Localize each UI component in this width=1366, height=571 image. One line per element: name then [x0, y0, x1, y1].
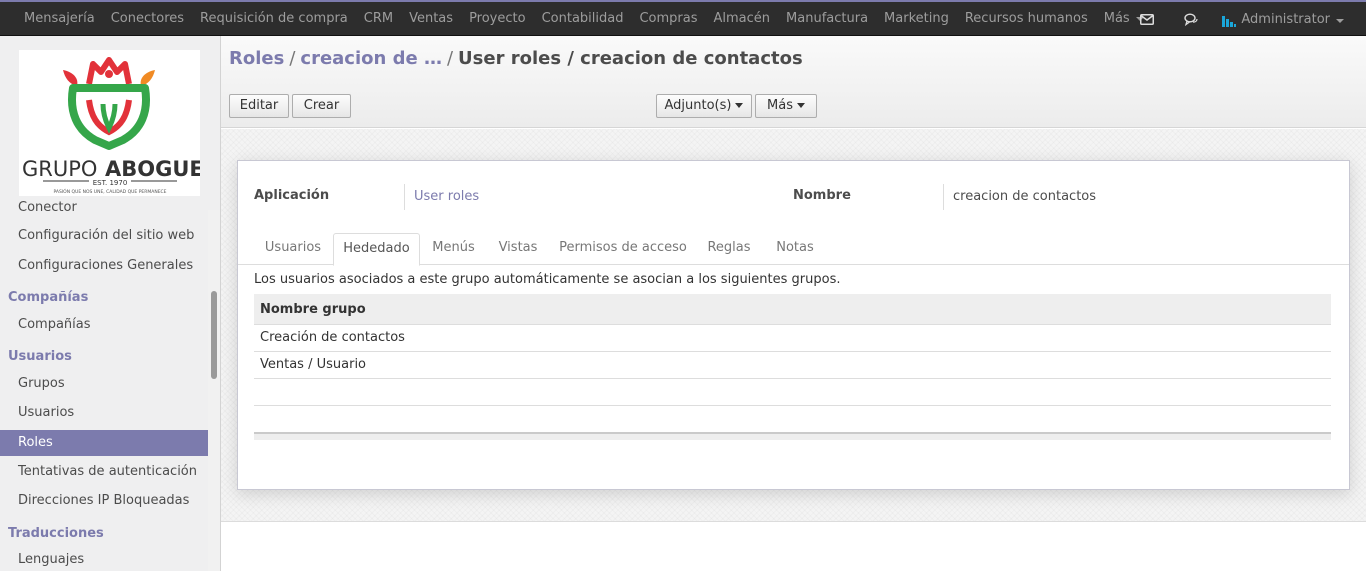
sidebar-item-configuraciones-generales[interactable]: Configuraciones Generales: [0, 253, 208, 279]
user-menu[interactable]: Administrator: [1221, 11, 1344, 27]
menu-requisicion[interactable]: Requisición de compra: [192, 2, 356, 36]
sidebar-item-grupos[interactable]: Grupos: [0, 371, 208, 397]
breadcrumb-separator: /: [289, 48, 296, 69]
sidebar-item-conector[interactable]: Conector: [0, 195, 208, 221]
name-label: Nombre: [793, 188, 851, 203]
sidebar-item-tentativas[interactable]: Tentativas de autenticación: [0, 459, 208, 485]
table-row-empty: [254, 379, 1331, 406]
attachments-button[interactable]: Adjunto(s): [656, 94, 752, 118]
content-area: Aplicación User roles Nombre creacion de…: [221, 129, 1366, 522]
sidebar-item-usuarios[interactable]: Usuarios: [0, 400, 208, 426]
company-logo[interactable]: GRUPO ABOGUE EST. 1970 PASIÓN QUE NOS UN…: [19, 50, 204, 196]
mail-icon[interactable]: [1125, 2, 1169, 36]
tab-description: Los usuarios asociados a este grupo auto…: [254, 272, 841, 287]
logo-mark: GRUPO ABOGUE EST. 1970 PASIÓN QUE NOS UN…: [22, 57, 204, 195]
edit-button[interactable]: Editar: [229, 94, 289, 118]
top-navbar: Mensajería Conectores Requisición de com…: [0, 0, 1366, 36]
menu-crm[interactable]: CRM: [356, 2, 401, 36]
table-header[interactable]: Nombre grupo: [254, 294, 1331, 325]
name-field[interactable]: creacion de contactos: [943, 184, 1096, 210]
sidebar-item-roles[interactable]: Roles: [0, 430, 208, 456]
sidebar-item-lenguajes[interactable]: Lenguajes: [0, 547, 208, 571]
chat-icon[interactable]: [1169, 2, 1213, 36]
create-button[interactable]: Crear: [292, 94, 351, 118]
systray: Administrator: [1125, 2, 1344, 36]
logo-text-bold: ABOGUE: [105, 157, 200, 181]
notebook-tabs: Usuarios Hededado Menús Vistas Permisos …: [238, 233, 1349, 266]
user-name: Administrator: [1241, 11, 1330, 27]
menu-almacen[interactable]: Almacén: [706, 2, 779, 36]
tab-reglas[interactable]: Reglas: [701, 233, 757, 265]
tab-menus[interactable]: Menús: [424, 233, 483, 265]
logo-tagline: PASIÓN QUE NOS UNE, CALIDAD QUE PERMANEC…: [53, 188, 166, 195]
breadcrumb-current: User roles / creacion de contactos: [458, 48, 803, 69]
avatar: [1222, 16, 1237, 27]
form-sheet: Aplicación User roles Nombre creacion de…: [237, 160, 1350, 490]
inherited-groups-table: Nombre grupo Creación de contactos Venta…: [254, 294, 1331, 440]
more-button[interactable]: Más: [755, 94, 817, 118]
tab-vistas[interactable]: Vistas: [493, 233, 543, 265]
application-field[interactable]: User roles: [404, 184, 479, 210]
breadcrumb-creacion[interactable]: creacion de …: [300, 48, 442, 69]
menu-compras[interactable]: Compras: [631, 2, 705, 36]
sidebar-item-companias[interactable]: Compañías: [0, 312, 208, 338]
breadcrumb-roles[interactable]: Roles: [229, 48, 284, 69]
application-label: Aplicación: [254, 188, 330, 203]
tab-hededado[interactable]: Hededado: [333, 233, 420, 266]
menu-recursos-humanos[interactable]: Recursos humanos: [957, 2, 1096, 36]
attachments-label: Adjunto(s): [664, 98, 732, 113]
caret-down-icon: [735, 103, 744, 108]
logo-est: EST. 1970: [93, 179, 128, 187]
sidebar-section-companias: Compañías: [8, 290, 89, 305]
sidebar-scroll-thumb[interactable]: [211, 291, 217, 379]
menu-marketing[interactable]: Marketing: [876, 2, 957, 36]
control-panel: Roles / creacion de … / User roles / creacio…: [221, 36, 1366, 128]
menu-conectores[interactable]: Conectores: [103, 2, 192, 36]
logo-text-main: GRUPO: [22, 157, 97, 181]
menu-ventas[interactable]: Ventas: [401, 2, 461, 36]
menu-mensajeria[interactable]: Mensajería: [16, 2, 103, 36]
table-footer: [254, 432, 1331, 440]
tab-permisos[interactable]: Permisos de acceso: [555, 233, 691, 265]
menu-contabilidad[interactable]: Contabilidad: [534, 2, 632, 36]
caret-down-icon: [1336, 18, 1344, 23]
sidebar-scrollbar[interactable]: [208, 210, 220, 571]
menu-manufactura[interactable]: Manufactura: [778, 2, 876, 36]
sidebar-item-configuracion-sitio[interactable]: Configuración del sitio web: [0, 223, 208, 249]
sidebar-section-traducciones: Traducciones: [8, 526, 104, 541]
table-row[interactable]: Ventas / Usuario: [254, 352, 1331, 379]
tab-notas[interactable]: Notas: [768, 233, 822, 265]
more-label: Más: [767, 98, 793, 113]
sidebar-item-direcciones-ip[interactable]: Direcciones IP Bloqueadas: [0, 488, 208, 514]
app-menu: Mensajería Conectores Requisición de com…: [16, 2, 1152, 36]
breadcrumb-separator: /: [446, 48, 454, 69]
sidebar: Conector Configuración del sitio web Con…: [0, 36, 221, 571]
table-row[interactable]: Creación de contactos: [254, 325, 1331, 352]
sidebar-section-usuarios: Usuarios: [8, 349, 72, 364]
tab-usuarios[interactable]: Usuarios: [257, 233, 329, 265]
breadcrumb: Roles / creacion de … / User roles / creacio…: [229, 48, 803, 69]
menu-proyecto[interactable]: Proyecto: [461, 2, 534, 36]
caret-down-icon: [796, 103, 805, 108]
